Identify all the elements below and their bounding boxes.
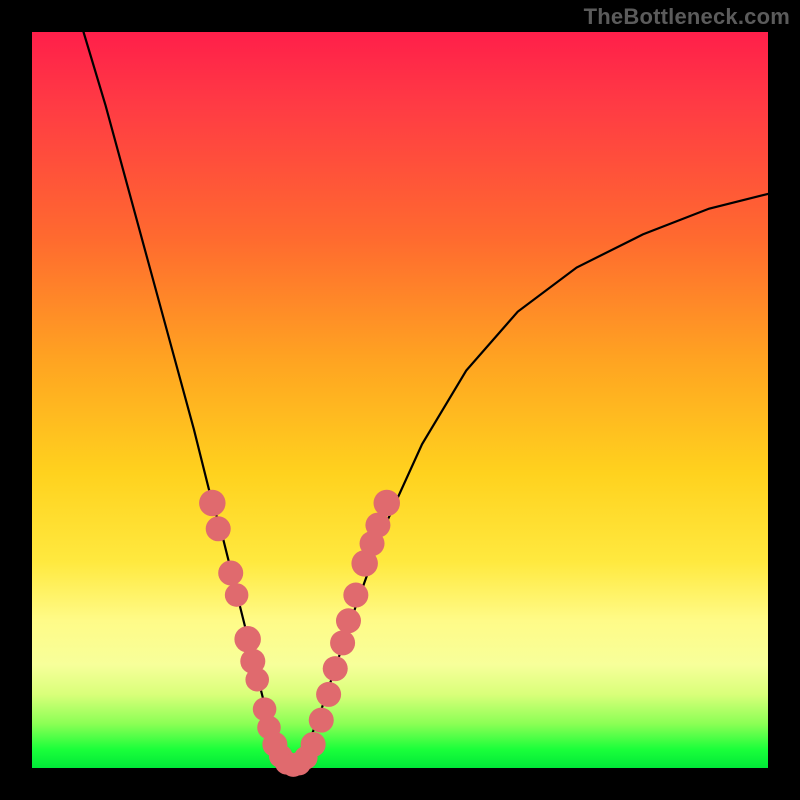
bead-0 (199, 490, 226, 517)
bead-20 (336, 608, 361, 633)
chart-frame: TheBottleneck.com (0, 0, 800, 800)
bead-24 (365, 513, 390, 538)
bead-21 (343, 583, 368, 608)
bead-15 (301, 732, 326, 757)
chart-svg (32, 32, 768, 768)
bead-2 (218, 560, 243, 585)
bead-1 (206, 516, 231, 541)
bead-6 (245, 668, 269, 692)
bead-25 (374, 490, 401, 517)
beads-group (199, 490, 400, 777)
bead-17 (316, 682, 341, 707)
bead-3 (225, 583, 249, 607)
bead-16 (309, 708, 334, 733)
bead-19 (330, 630, 355, 655)
bead-18 (323, 656, 348, 681)
curve-right-branch (293, 194, 768, 768)
plot-area (32, 32, 768, 768)
watermark-text: TheBottleneck.com (584, 4, 790, 30)
curve-group (84, 32, 768, 768)
bead-4 (234, 626, 261, 653)
